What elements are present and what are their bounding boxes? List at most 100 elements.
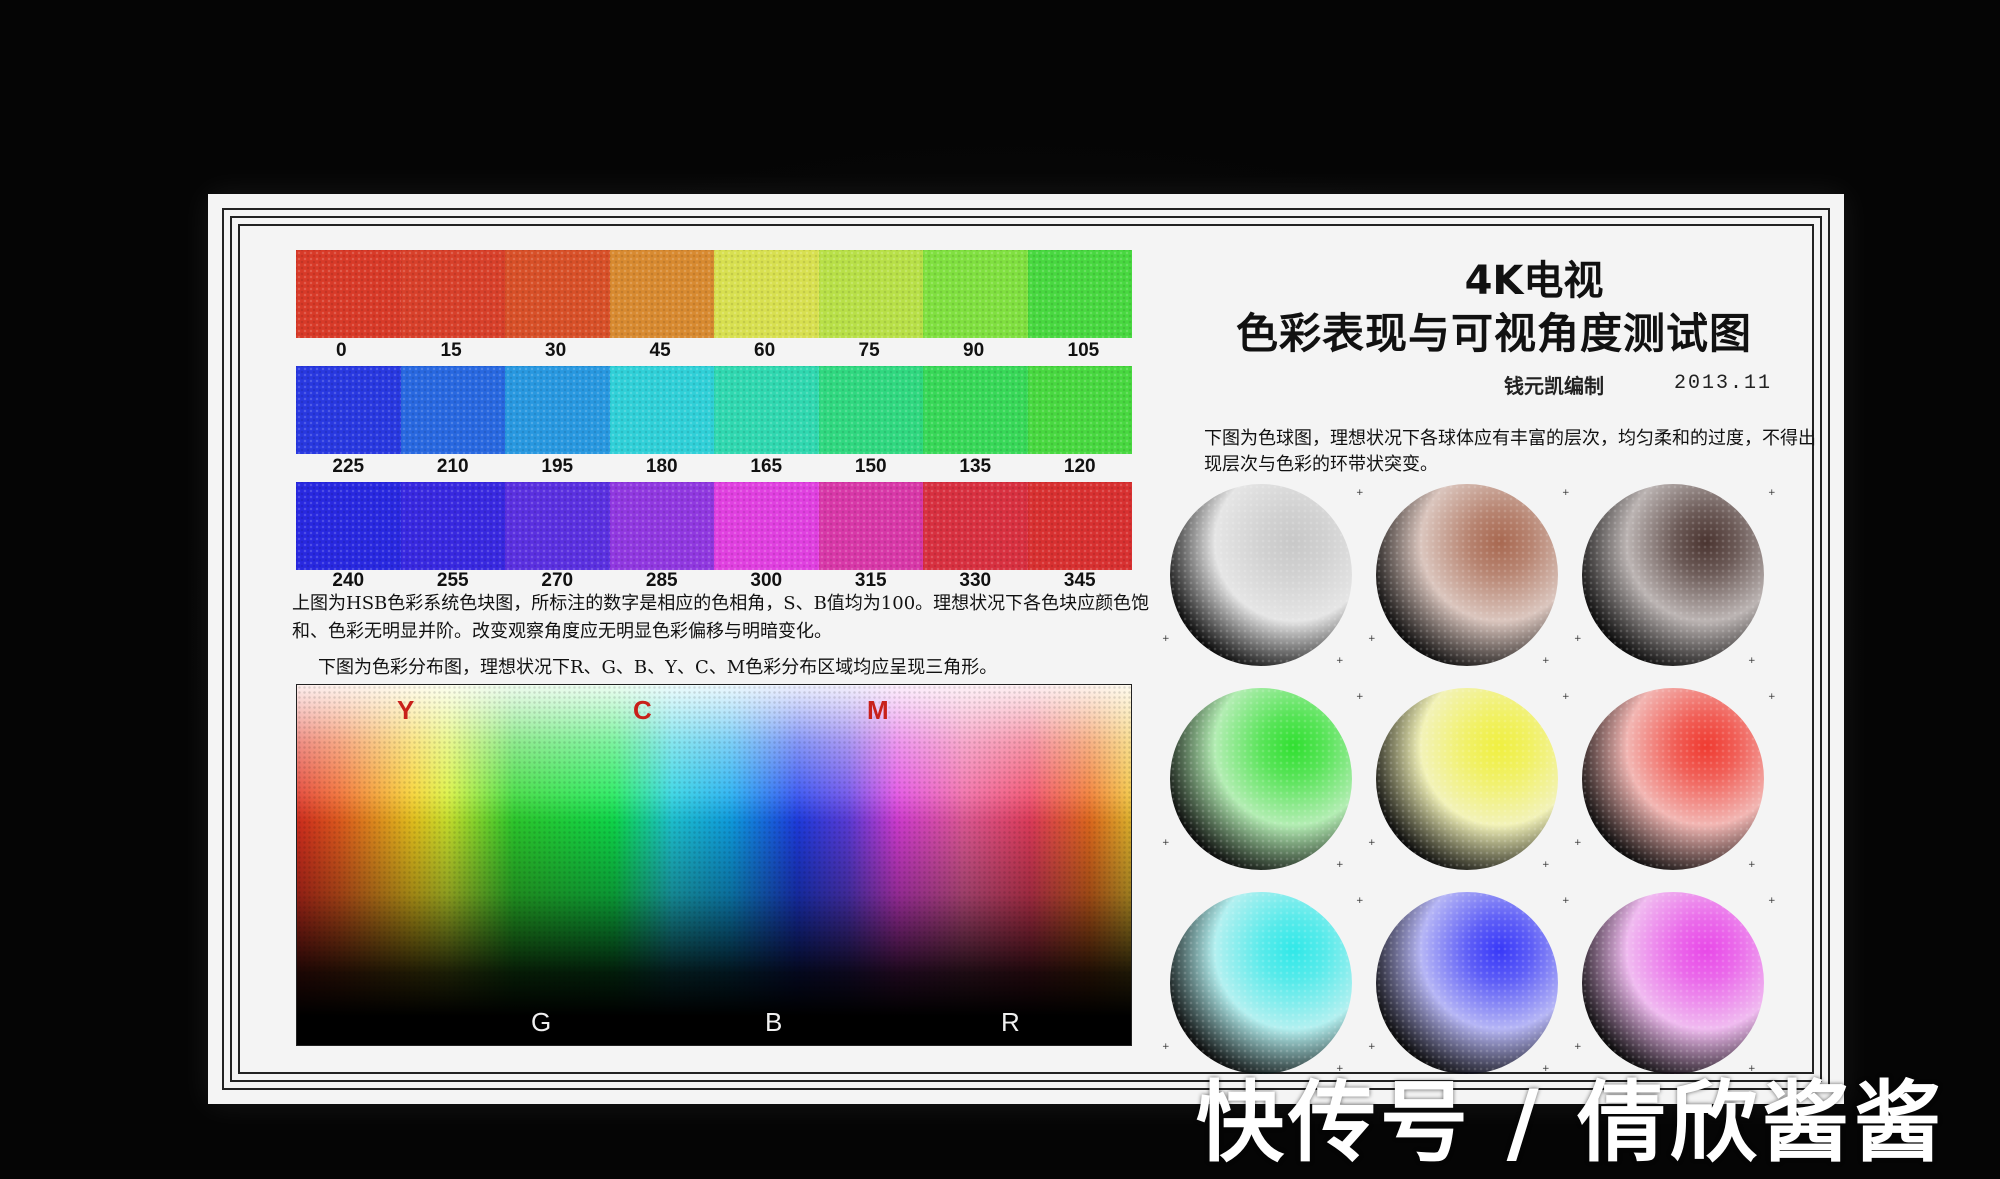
hue-swatch-270 (505, 482, 610, 570)
hue-swatch-75 (818, 250, 923, 338)
author: 钱元凯编制 (1504, 374, 1604, 398)
hue-label: 60 (754, 340, 776, 361)
hue-label: 15 (440, 340, 462, 361)
ball-texture (1582, 892, 1764, 1074)
test-chart-screen: 0 15 30 45 60 75 90 105 225 210 195 180 165 150 135 12… (208, 194, 1844, 1104)
hue-swatch-285 (609, 482, 714, 570)
registration-mark: + (1162, 1042, 1170, 1052)
hue-labels-row-1: 0 15 30 45 60 75 90 105 (296, 340, 1132, 364)
registration-mark: + (1162, 634, 1170, 644)
color-ball-magenta (1582, 892, 1764, 1074)
registration-mark: + (1562, 896, 1570, 906)
registration-mark: + (1368, 838, 1376, 848)
gamut-label-r: R (1001, 1007, 1020, 1037)
hue-swatch-300 (714, 482, 819, 570)
hue-label: 150 (854, 456, 887, 477)
hue-swatch-150 (818, 366, 923, 454)
ball-description: 下图为色球图，理想状况下各球体应有丰富的层次，均匀柔和的过度，不得出现层次与色彩… (1204, 428, 1816, 475)
registration-mark: + (1768, 692, 1776, 702)
ball-texture (1170, 892, 1352, 1074)
hue-label: 120 (1063, 456, 1096, 477)
registration-mark: + (1542, 656, 1550, 666)
hue-swatch-135 (923, 366, 1028, 454)
hue-label: 0 (336, 340, 347, 361)
ball-texture (1582, 484, 1764, 666)
registration-mark: + (1748, 656, 1756, 666)
color-ball-blue (1376, 892, 1558, 1074)
registration-mark: + (1368, 1042, 1376, 1052)
registration-mark: + (1542, 860, 1550, 870)
color-ball-gray (1170, 484, 1352, 666)
color-ball-yellow (1376, 688, 1558, 870)
hue-swatch-345 (1027, 482, 1132, 570)
color-ball-green (1170, 688, 1352, 870)
gamut-label-y: Y (397, 695, 415, 725)
hue-swatch-45 (609, 250, 714, 338)
hue-strip-row-3 (296, 482, 1132, 570)
registration-mark: + (1356, 488, 1364, 498)
hue-label: 165 (750, 456, 783, 477)
color-ball-dark-brown (1582, 484, 1764, 666)
hue-label: 75 (858, 340, 880, 361)
hue-swatch-315 (818, 482, 923, 570)
date: 2013.11 (1674, 372, 1773, 395)
hue-swatch-225 (296, 366, 401, 454)
gamut-label-c: C (633, 695, 652, 725)
gamut-label-m: M (867, 695, 889, 725)
registration-mark: + (1562, 692, 1570, 702)
hsb-description: 上图为HSB色彩系统色块图，所标注的数字是相应的色相角，S、B值均为100。理想… (292, 593, 1150, 642)
ball-texture (1170, 688, 1352, 870)
color-gamut-chart: Y C M G B R (296, 684, 1132, 1046)
hue-labels-row-2: 225 210 195 180 165 150 135 120 (296, 456, 1132, 480)
registration-mark: + (1574, 634, 1582, 644)
hue-strip-row-1 (296, 250, 1132, 338)
hue-label: 105 (1067, 340, 1100, 361)
ball-texture (1376, 484, 1558, 666)
gamut-caption: 下图为色彩分布图，理想状况下R、G、B、Y、C、M色彩分布区域均应呈现三角形。 (318, 657, 998, 678)
registration-mark: + (1574, 1042, 1582, 1052)
hue-label: 225 (332, 456, 365, 477)
gamut-texture (297, 685, 1131, 1045)
hue-swatch-0 (296, 250, 401, 338)
ball-texture (1582, 688, 1764, 870)
hue-swatch-180 (609, 366, 714, 454)
ball-texture (1170, 484, 1352, 666)
hue-swatch-330 (923, 482, 1028, 570)
color-ball-red (1582, 688, 1764, 870)
ball-texture (1376, 688, 1558, 870)
gamut-label-g: G (531, 1007, 552, 1037)
registration-mark: + (1336, 656, 1344, 666)
registration-mark: + (1574, 838, 1582, 848)
color-ball-brown (1376, 484, 1558, 666)
hue-swatch-240 (296, 482, 401, 570)
hue-label: 210 (436, 456, 469, 477)
gamut-label-b: B (765, 1007, 783, 1037)
hue-swatch-60 (714, 250, 819, 338)
hue-label: 135 (959, 456, 992, 477)
watermark: 快传号 / 倩欣酱酱 (1196, 1071, 1946, 1174)
registration-mark: + (1356, 692, 1364, 702)
hue-swatch-105 (1027, 250, 1132, 338)
hue-label: 90 (963, 340, 985, 361)
hue-swatch-120 (1027, 366, 1132, 454)
registration-mark: + (1562, 488, 1570, 498)
hue-swatch-210 (400, 366, 505, 454)
registration-mark: + (1368, 634, 1376, 644)
chart-title-line-1: 4K电视 (1464, 258, 1604, 304)
hue-label: 30 (545, 340, 567, 361)
hue-strip-row-2 (296, 366, 1132, 454)
registration-mark: + (1336, 860, 1344, 870)
hue-label: 180 (645, 456, 678, 477)
hue-swatch-165 (714, 366, 819, 454)
hue-swatch-15 (400, 250, 505, 338)
hue-swatch-30 (505, 250, 610, 338)
registration-mark: + (1748, 860, 1756, 870)
registration-mark: + (1356, 896, 1364, 906)
chart-title-line-2: 色彩表现与可视角度测试图 (1235, 309, 1752, 358)
registration-mark: + (1768, 488, 1776, 498)
registration-mark: + (1162, 838, 1170, 848)
hue-label: 195 (541, 456, 574, 477)
hue-swatch-255 (400, 482, 505, 570)
hue-swatch-195 (505, 366, 610, 454)
hue-label: 45 (649, 340, 671, 361)
